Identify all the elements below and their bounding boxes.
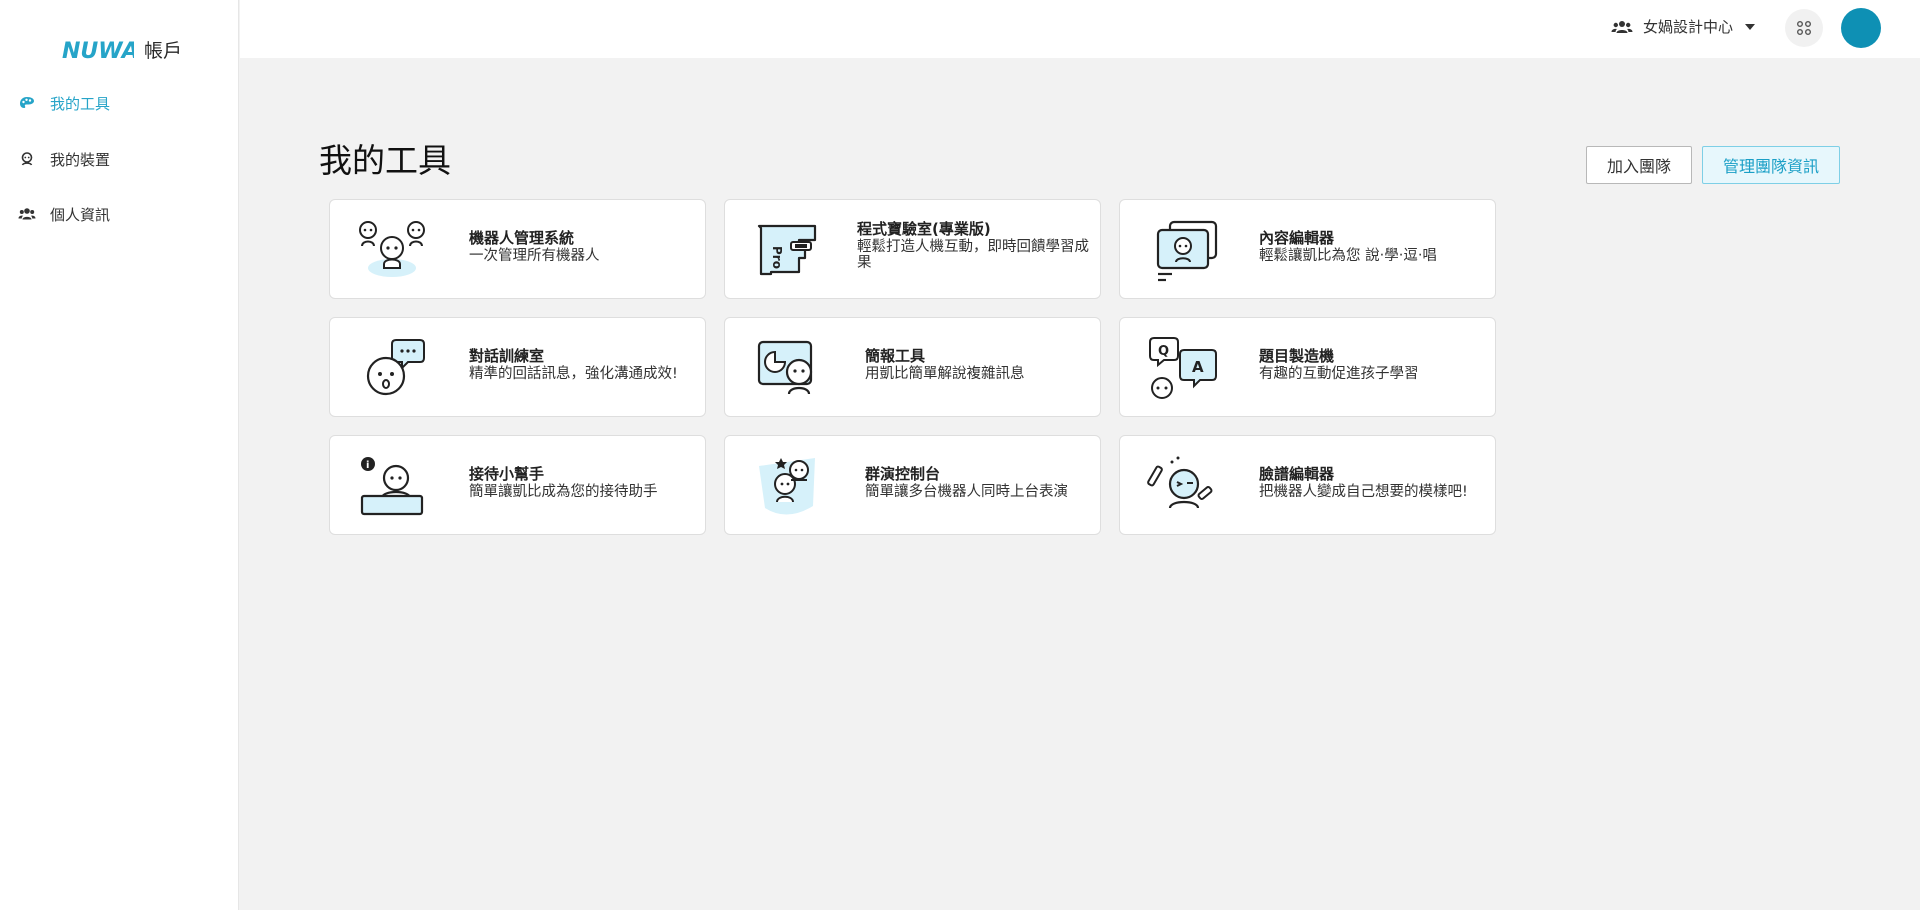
tool-text: 題目製造機 有趣的互動促進孩子學習	[1259, 346, 1485, 382]
tool-desc: 用凱比簡單解說複雜訊息	[865, 366, 1025, 382]
sidebar-item-label: 我的裝置	[50, 150, 111, 169]
users-icon	[1611, 20, 1633, 33]
page-title: 我的工具	[319, 141, 451, 180]
tool-title: 簡報工具	[865, 347, 926, 365]
sidebar-item-my-devices[interactable]: 我的裝置	[18, 146, 110, 172]
tool-desc: 把機器人變成自己想要的模樣吧!	[1259, 484, 1468, 500]
tool-title: 臉譜編輯器	[1259, 465, 1335, 483]
tool-title: 機器人管理系統	[469, 229, 575, 247]
tool-card-content-editor[interactable]: 內容編輯器 輕鬆讓凱比為您 說‧學‧逗‧唱	[1119, 199, 1496, 299]
tool-text: 臉譜編輯器 把機器人變成自己想要的模樣吧!	[1259, 464, 1485, 500]
sidebar-item-label: 我的工具	[50, 94, 111, 113]
svg-text:NUWA: NUWA	[62, 39, 134, 62]
face-editor-icon	[1147, 456, 1213, 509]
tool-card-reception-helper[interactable]: i 接待小幫手 簡單讓凱比成為您的接待助手	[329, 435, 706, 535]
tool-card-quiz-maker[interactable]: Q A 題目製造機 有趣的互動促進孩子學習	[1119, 317, 1496, 417]
tool-card-robot-management[interactable]: 機器人管理系統 一次管理所有機器人	[329, 199, 706, 299]
tool-text: 內容編輯器 輕鬆讓凱比為您 說‧學‧逗‧唱	[1259, 228, 1485, 264]
sidebar: NUWA 帳戶 我的工具 我的裝置 個人資訊	[0, 0, 239, 910]
users-icon	[18, 208, 36, 220]
caret-down-icon	[1745, 23, 1756, 30]
presentation-icon	[757, 340, 813, 395]
apps-menu-button[interactable]	[1785, 9, 1823, 47]
content-editor-icon	[1156, 220, 1218, 282]
tool-title: 程式寶驗室(專業版)	[857, 220, 991, 238]
tool-title: 群演控制台	[865, 465, 941, 483]
tool-title: 接待小幫手	[469, 465, 545, 483]
quiz-icon: Q A	[1149, 337, 1217, 399]
svg-text:Pro: Pro	[770, 246, 784, 269]
nuwa-logo: NUWA	[62, 39, 134, 62]
tool-card-code-lab-pro[interactable]: Pro 程式寶驗室(專業版) 輕鬆打造人機互動，即時回饋學習成果	[724, 199, 1101, 299]
robot-group-icon	[359, 221, 425, 277]
svg-text:i: i	[366, 460, 369, 471]
chat-robot-icon	[366, 339, 425, 396]
tool-title: 對話訓練室	[469, 347, 545, 365]
tool-card-dialog-training[interactable]: 對話訓練室 精準的回話訊息，強化溝通成效!	[329, 317, 706, 417]
tool-desc: 簡單讓凱比成為您的接待助手	[469, 484, 658, 500]
robot-icon	[21, 152, 33, 166]
tool-text: 程式寶驗室(專業版) 輕鬆打造人機互動，即時回饋學習成果	[857, 219, 1090, 271]
tool-desc: 輕鬆讓凱比為您 說‧學‧逗‧唱	[1259, 248, 1437, 264]
sidebar-item-label: 個人資訊	[50, 205, 111, 224]
team-selector[interactable]: 女媧設計中心	[1611, 16, 1756, 37]
tool-text: 機器人管理系統 一次管理所有機器人	[469, 228, 695, 264]
tool-desc: 有趣的互動促進孩子學習	[1259, 366, 1419, 382]
tool-text: 群演控制台 簡單讓多台機器人同時上台表演	[865, 464, 1090, 500]
svg-text:A: A	[1192, 358, 1204, 376]
reception-icon: i	[360, 457, 424, 516]
grid-icon	[1797, 21, 1811, 35]
manage-team-button[interactable]: 管理團隊資訊	[1702, 146, 1840, 184]
tool-text: 接待小幫手 簡單讓凱比成為您的接待助手	[469, 464, 695, 500]
avatar[interactable]	[1841, 8, 1881, 48]
tool-text: 簡報工具 用凱比簡單解說複雜訊息	[865, 346, 1090, 382]
tool-card-group-performance[interactable]: 群演控制台 簡單讓多台機器人同時上台表演	[724, 435, 1101, 535]
brand[interactable]: NUWA 帳戶	[62, 36, 182, 63]
tool-desc: 輕鬆打造人機互動，即時回饋學習成果	[857, 239, 1089, 271]
tool-desc: 一次管理所有機器人	[469, 248, 600, 264]
brand-name: 帳戶	[144, 40, 183, 62]
tool-text: 對話訓練室 精準的回話訊息，強化溝通成效!	[469, 346, 695, 382]
tool-card-face-editor[interactable]: 臉譜編輯器 把機器人變成自己想要的模樣吧!	[1119, 435, 1496, 535]
palette-icon	[20, 97, 34, 108]
tool-desc: 精準的回話訊息，強化溝通成效!	[469, 366, 678, 382]
join-team-button[interactable]: 加入團隊	[1586, 146, 1692, 184]
sidebar-item-personal-info[interactable]: 個人資訊	[18, 201, 110, 227]
code-lab-icon: Pro	[757, 224, 817, 276]
tool-desc: 簡單讓多台機器人同時上台表演	[865, 484, 1068, 500]
tool-title: 題目製造機	[1259, 347, 1335, 365]
tool-title: 內容編輯器	[1259, 229, 1335, 247]
sidebar-item-my-tools[interactable]: 我的工具	[18, 90, 110, 116]
tool-card-presentation[interactable]: 簡報工具 用凱比簡單解說複雜訊息	[724, 317, 1101, 417]
svg-text:Q: Q	[1158, 344, 1169, 359]
topbar: 女媧設計中心	[240, 0, 1920, 58]
group-performance-icon	[759, 458, 815, 515]
team-name: 女媧設計中心	[1643, 18, 1734, 36]
